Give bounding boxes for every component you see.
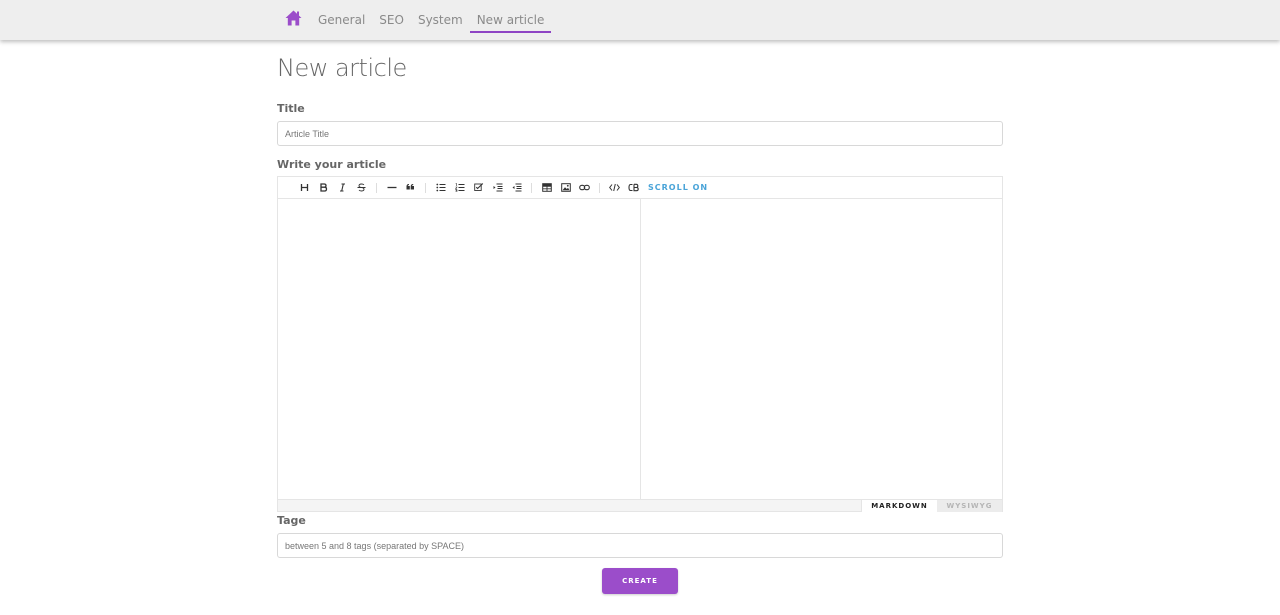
image-button[interactable] <box>556 179 575 197</box>
strikethrough-icon <box>357 183 366 192</box>
nav-item-system[interactable]: System <box>411 0 470 40</box>
horizontal-rule-icon <box>387 183 397 192</box>
markdown-input-pane[interactable] <box>278 199 641 499</box>
nav-item-label: General <box>318 13 366 27</box>
toolbar-divider <box>425 182 426 193</box>
table-icon <box>541 183 552 192</box>
italic-button[interactable] <box>333 179 352 197</box>
title-label: Title <box>277 102 305 115</box>
markdown-editor: SCROLL ON MARKDOWN WYSIWYG <box>277 176 1003 512</box>
heading-icon <box>300 183 309 192</box>
quote-icon <box>406 183 415 192</box>
nav-item-label: System <box>417 13 463 27</box>
outdent-button[interactable] <box>507 179 526 197</box>
table-button[interactable] <box>537 179 556 197</box>
title-input[interactable] <box>277 121 1003 146</box>
bold-button[interactable] <box>314 179 333 197</box>
markdown-mode-tab[interactable]: MARKDOWN <box>861 500 937 512</box>
wysiwyg-mode-tab[interactable]: WYSIWYG <box>937 500 1002 512</box>
scroll-sync-toggle[interactable]: SCROLL ON <box>648 183 708 192</box>
horizontal-rule-button[interactable] <box>382 179 401 197</box>
toolbar-divider <box>599 182 600 193</box>
task-list-button[interactable] <box>469 179 488 197</box>
nav-item-general[interactable]: General <box>311 0 372 40</box>
nav-item-label: SEO <box>379 13 404 27</box>
ordered-list-button[interactable] <box>450 179 469 197</box>
nav-item-new-article[interactable]: New article <box>469 0 552 40</box>
bold-icon <box>319 183 328 192</box>
heading-button[interactable] <box>295 179 314 197</box>
code-block-icon <box>628 183 639 192</box>
ordered-list-icon <box>454 183 465 192</box>
toolbar-divider <box>531 182 532 193</box>
code-button[interactable] <box>605 179 624 197</box>
toolbar-divider <box>376 182 377 193</box>
code-icon <box>609 183 620 192</box>
nav-item-label: New article <box>476 13 545 27</box>
tags-label: Tage <box>277 514 306 527</box>
nav-item-seo[interactable]: SEO <box>372 0 411 40</box>
indent-button[interactable] <box>488 179 507 197</box>
code-block-button[interactable] <box>624 179 643 197</box>
main-nav: General SEO System New article <box>277 0 551 40</box>
article-label: Write your article <box>277 158 387 171</box>
page-title: New article <box>277 54 407 82</box>
bullet-list-icon <box>435 183 446 192</box>
nav-home-button[interactable] <box>277 0 309 40</box>
bullet-list-button[interactable] <box>431 179 450 197</box>
quote-button[interactable] <box>401 179 420 197</box>
link-button[interactable] <box>575 179 594 197</box>
editor-toolbar: SCROLL ON <box>278 177 1002 199</box>
link-icon <box>579 183 590 192</box>
home-icon <box>285 10 302 31</box>
image-icon <box>560 183 571 192</box>
preview-pane <box>642 199 1002 499</box>
top-nav-bar: General SEO System New article <box>0 0 1280 40</box>
strikethrough-button[interactable] <box>352 179 371 197</box>
editor-mode-bar: MARKDOWN WYSIWYG <box>278 499 1002 512</box>
task-list-icon <box>473 183 484 192</box>
create-button[interactable]: CREATE <box>602 568 678 594</box>
outdent-icon <box>512 183 522 192</box>
italic-icon <box>338 183 347 192</box>
tags-input[interactable] <box>277 533 1003 558</box>
indent-icon <box>493 183 503 192</box>
